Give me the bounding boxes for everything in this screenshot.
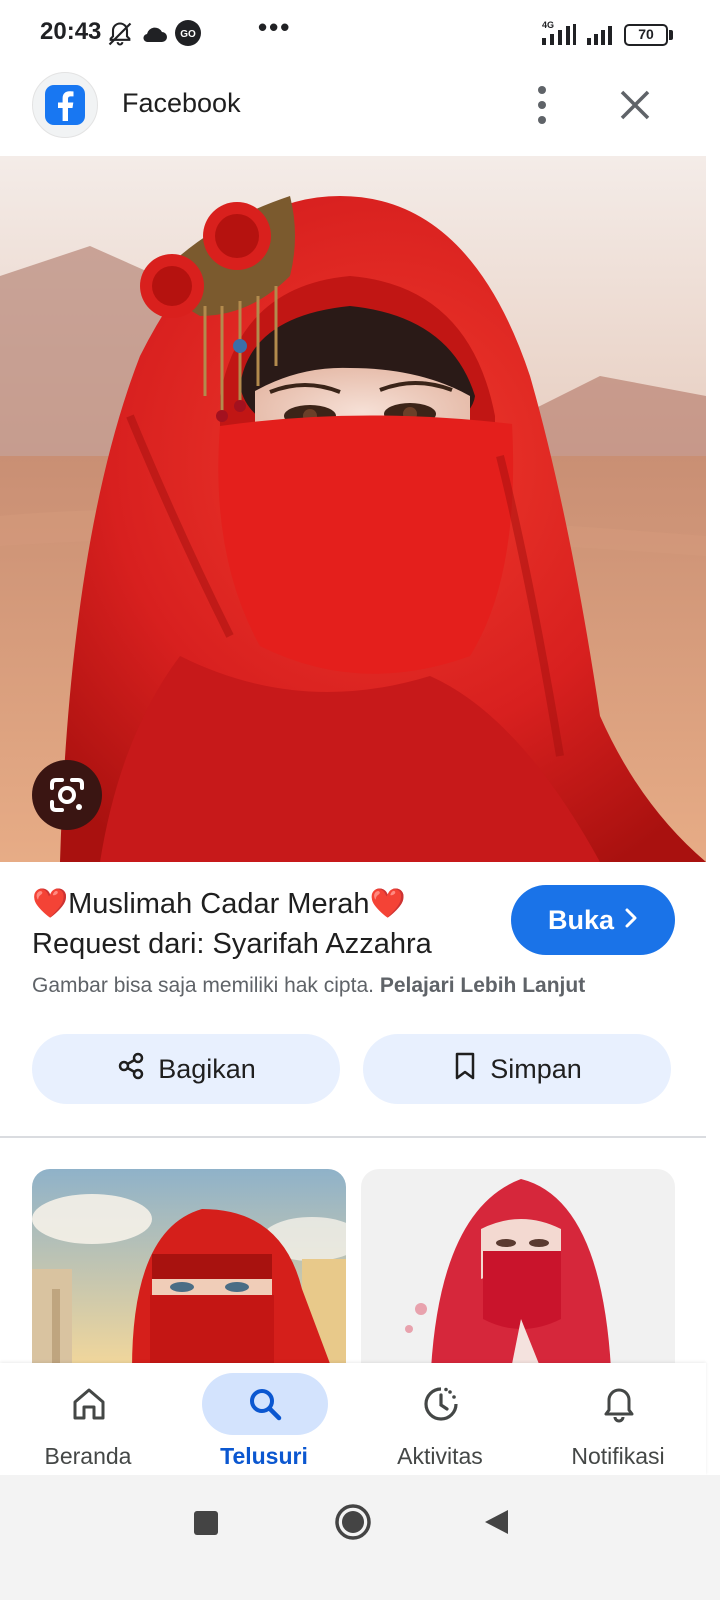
related-image[interactable] [361,1169,675,1369]
bottom-navigation: Beranda Telusuri Aktivitas Notifikasi [0,1363,706,1475]
bell-icon [600,1385,638,1423]
share-button[interactable]: Bagikan [32,1034,340,1104]
search-icon [246,1385,284,1423]
more-vert-icon[interactable] [524,82,560,128]
open-button[interactable]: Buka [511,885,675,955]
system-navigation-bar [0,1475,720,1600]
result-title[interactable]: ❤️Muslimah Cadar Merah❤️ Request dari: S… [32,884,502,964]
save-button[interactable]: Simpan [363,1034,671,1104]
share-icon [116,1051,146,1088]
chevron-right-icon [624,905,638,936]
bookmark-icon [452,1051,478,1088]
back-icon[interactable] [482,1507,512,1542]
nav-label-notifications: Notifikasi [571,1443,665,1469]
signal-icon [540,24,578,51]
facebook-logo-icon[interactable] [32,72,98,138]
section-divider [0,1136,706,1138]
svg-text:GO: GO [180,29,196,40]
nav-item-home[interactable]: Beranda [0,1363,176,1475]
nav-item-notifications[interactable]: Notifikasi [530,1363,706,1475]
battery-tip [669,30,673,40]
battery-icon: 70 [624,24,668,46]
go-badge-icon: GO [174,19,202,52]
result-image[interactable] [0,156,706,862]
signal-icon [586,24,616,51]
copyright-notice: Gambar bisa saja memiliki hak cipta. Pel… [32,974,585,998]
lens-search-icon[interactable] [32,760,102,830]
nav-label-home: Beranda [44,1443,132,1469]
open-button-label: Buka [547,904,615,935]
nav-label-activity: Aktivitas [397,1443,483,1469]
result-title-line-1: ❤️Muslimah Cadar Merah❤️ [32,888,406,920]
related-image[interactable] [32,1169,346,1369]
status-time: 20:43 [40,18,102,45]
status-bar: 20:43 GO ••• 4G 70 [0,0,720,68]
save-button-label: Simpan [490,1053,582,1084]
home-circle-icon[interactable] [334,1503,372,1546]
home-icon [70,1385,108,1423]
copyright-text: Gambar bisa saja memiliki hak cipta. [32,974,374,997]
more-status-indicator: ••• [258,12,292,42]
recents-icon[interactable] [192,1509,220,1542]
source-title: Facebook [122,88,241,118]
nav-label-search: Telusuri [220,1443,308,1469]
history-icon [422,1385,460,1423]
learn-more-link[interactable]: Pelajari Lebih Lanjut [380,974,585,997]
result-title-line-2: Request dari: Syarifah Azzahra [32,928,432,960]
share-button-label: Bagikan [158,1053,256,1084]
close-icon[interactable] [612,82,658,128]
app-header: Facebook [0,68,720,156]
notifications-off-icon [106,20,134,53]
nav-item-activity[interactable]: Aktivitas [352,1363,528,1475]
cloud-icon [140,22,168,49]
nav-item-search[interactable]: Telusuri [176,1363,352,1475]
